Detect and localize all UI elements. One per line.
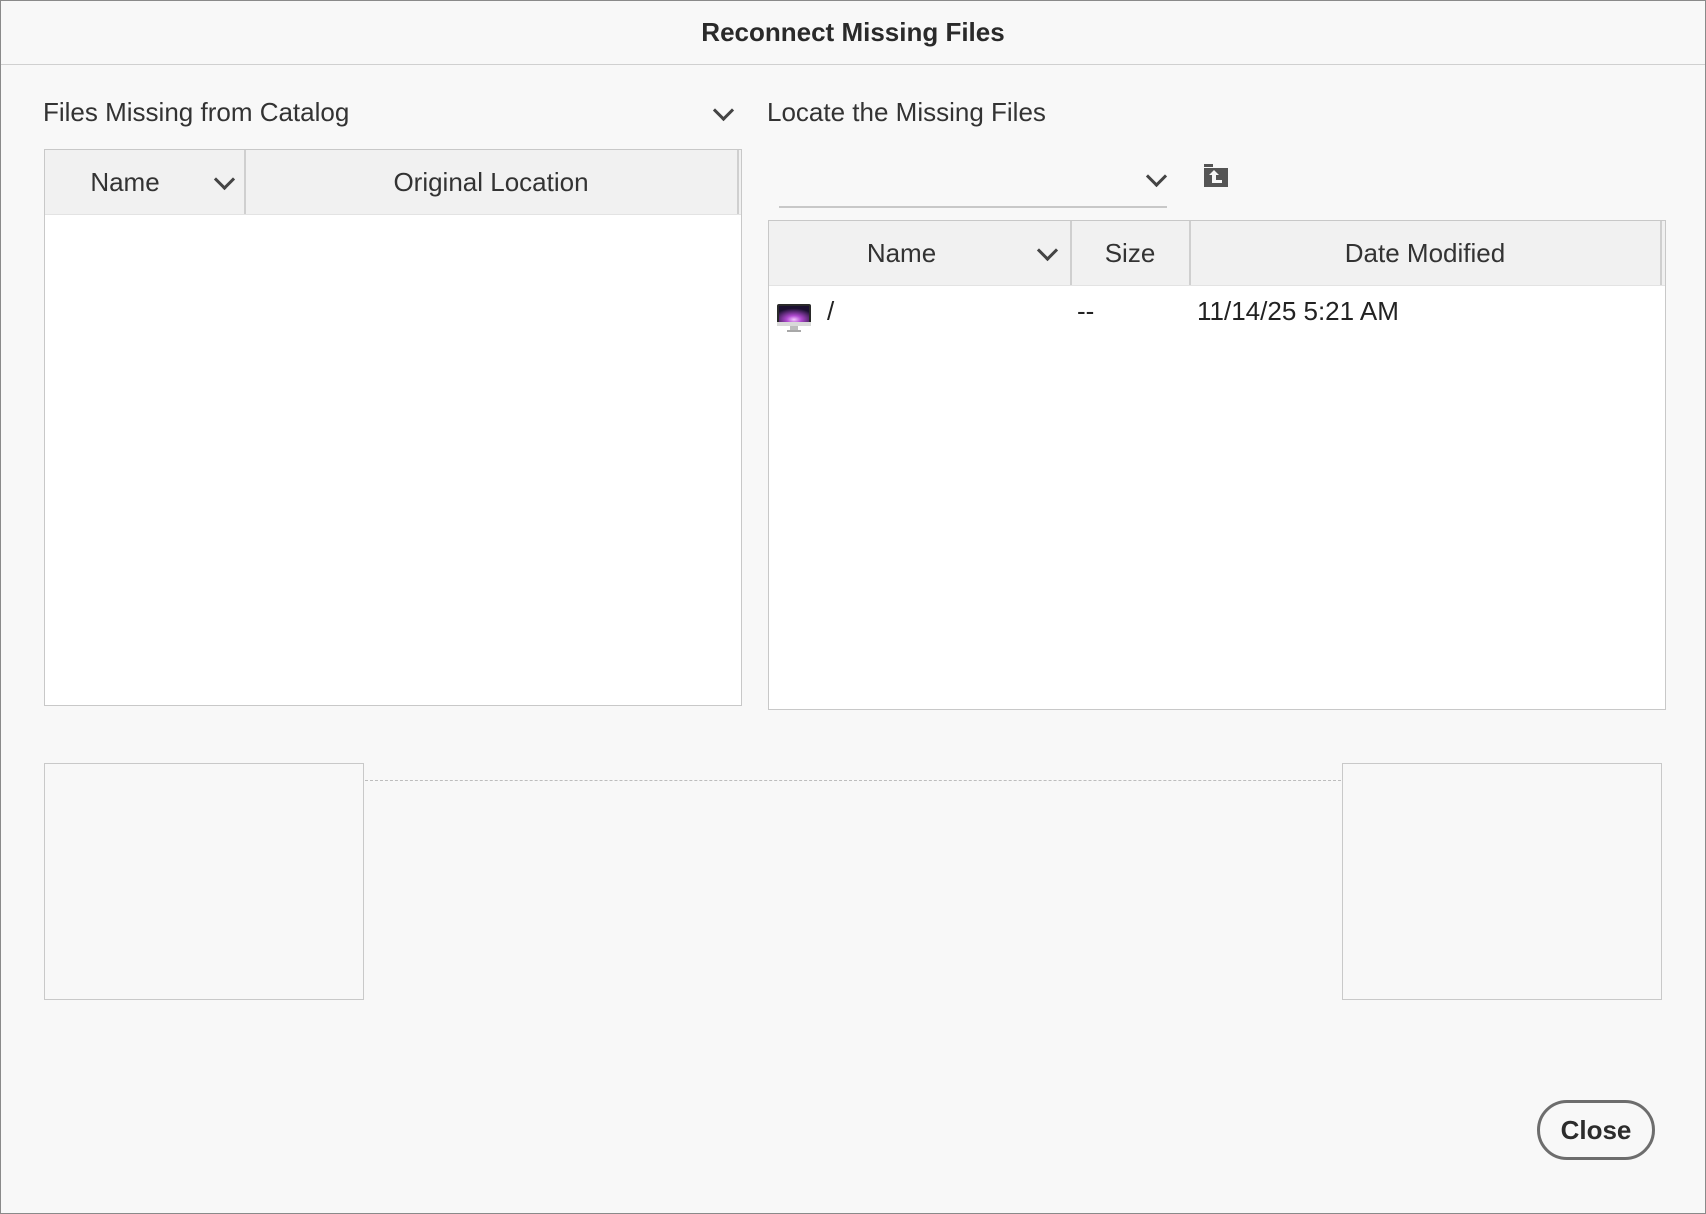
table-row[interactable]: / -- 11/14/25 5:21 AM — [769, 289, 1663, 329]
chevron-down-icon[interactable] — [1145, 165, 1168, 188]
original-preview-box — [44, 763, 364, 1000]
column-divider[interactable] — [737, 150, 739, 214]
row-name: / — [827, 296, 835, 326]
path-dropdown[interactable] — [779, 151, 1168, 208]
close-button[interactable]: Close — [1537, 1100, 1655, 1160]
files-missing-title: Files Missing from Catalog — [43, 97, 350, 127]
sort-chevron-icon[interactable] — [213, 168, 236, 191]
computer-icon — [777, 304, 811, 332]
locate-files-title: Locate the Missing Files — [767, 97, 1046, 127]
folder-up-icon[interactable] — [1203, 164, 1229, 188]
chevron-down-icon[interactable] — [712, 99, 735, 122]
reconnect-dialog: Reconnect Missing Files Files Missing fr… — [0, 0, 1706, 1214]
row-date-modified: 11/14/25 5:21 AM — [1197, 296, 1399, 326]
locate-files-table[interactable]: Name Size Date Modified / -- 11/14/25 5:… — [768, 220, 1666, 710]
column-header-name[interactable]: Name — [45, 150, 205, 214]
row-size: -- — [1077, 296, 1095, 326]
column-header-date-modified[interactable]: Date Modified — [1191, 221, 1659, 285]
dialog-title: Reconnect Missing Files — [1, 1, 1705, 65]
column-header-size[interactable]: Size — [1072, 221, 1188, 285]
column-divider[interactable] — [1660, 221, 1662, 285]
link-dashed-line — [365, 780, 1341, 781]
sort-chevron-icon[interactable] — [1036, 239, 1059, 262]
column-header-original-location[interactable]: Original Location — [246, 150, 736, 214]
located-preview-box — [1342, 763, 1662, 1000]
table-header: Name Size Date Modified — [769, 221, 1665, 286]
column-header-name[interactable]: Name — [769, 221, 1034, 285]
table-header: Name Original Location — [45, 150, 741, 215]
missing-files-table[interactable]: Name Original Location — [44, 149, 742, 706]
